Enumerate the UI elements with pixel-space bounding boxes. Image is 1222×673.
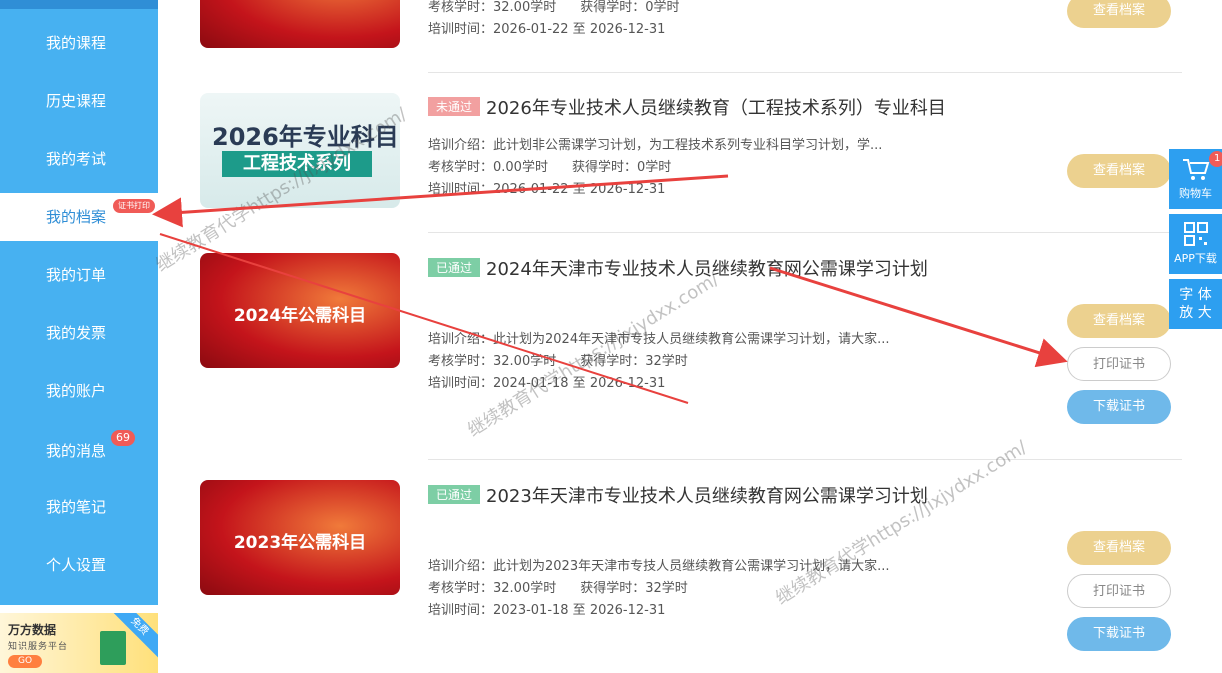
download-certificate-button[interactable]: 下载证书	[1067, 617, 1171, 651]
sidebar-item-label: 我的订单	[46, 266, 107, 284]
wanfang-promo-banner[interactable]: 万方数据 知识服务平台 GO 免费	[0, 613, 158, 673]
sidebar-item-my-account[interactable]: 我的账户	[0, 367, 158, 415]
app-download-label: APP下载	[1174, 252, 1217, 265]
message-count-badge: 69	[111, 430, 135, 446]
sidebar-top-strip	[0, 0, 158, 9]
course-date: 培训时间：2023-01-18 至 2026-12-31	[428, 603, 666, 618]
sidebar-item-label: 个人设置	[46, 556, 107, 574]
course-date: 培训时间：2026-01-22 至 2026-12-31	[428, 182, 666, 197]
app-download-button[interactable]: APP下载	[1169, 214, 1222, 274]
cart-count-badge: 1	[1209, 151, 1222, 167]
course-thumbnail: 2023年公需科目	[200, 480, 400, 595]
course-hours: 考核学时：32.00学时 获得学时：32学时	[428, 581, 688, 596]
sidebar-item-label: 我的发票	[46, 324, 107, 342]
course-title[interactable]: 已通过 2024年天津市专业技术人员继续教育网公需课学习计划	[428, 255, 928, 281]
sidebar-item-label: 我的消息	[46, 442, 107, 460]
course-intro: 培训介绍：此计划非公需课学习计划，为工程技术系列专业科目学习计划，学...	[428, 138, 883, 153]
sidebar-item-my-messages[interactable]: 我的消息 69	[0, 427, 158, 475]
course-thumbnail: 2024年公需科目	[200, 253, 400, 368]
sidebar-item-label: 我的笔记	[46, 498, 107, 516]
sidebar-item-history-courses[interactable]: 历史课程	[0, 77, 158, 125]
sidebar-item-settings[interactable]: 个人设置	[0, 541, 158, 589]
status-badge: 已通过	[428, 485, 481, 504]
sidebar-item-label: 我的账户	[46, 382, 107, 400]
book-icon	[100, 631, 126, 665]
sidebar: 我的课程 历史课程 我的考试 我的档案 证书打印 我的订单 我的发票 我的账户 …	[0, 0, 158, 605]
sidebar-item-label: 历史课程	[46, 92, 107, 110]
font-enlarge-button[interactable]: 字 体 放 大	[1169, 279, 1222, 329]
sidebar-item-my-courses[interactable]: 我的课程	[0, 19, 158, 67]
sidebar-item-label: 我的考试	[46, 150, 107, 168]
cart-button[interactable]: 购物车 1	[1169, 149, 1222, 209]
view-dossier-button[interactable]: 查看档案	[1067, 304, 1171, 338]
thumbnail-text: 2023年公需科目	[233, 533, 367, 553]
thumbnail-text: 2024年公需科目	[233, 306, 367, 326]
divider	[428, 459, 1182, 460]
certificate-print-badge: 证书打印	[113, 199, 155, 213]
course-title[interactable]: 已通过 2023年天津市专业技术人员继续教育网公需课学习计划	[428, 482, 928, 508]
cart-icon	[1182, 159, 1209, 180]
course-date: 培训时间：2026-01-22 至 2026-12-31	[428, 22, 666, 37]
view-dossier-button[interactable]: 查看档案	[1067, 154, 1171, 188]
sidebar-item-label: 我的档案	[46, 208, 107, 226]
promo-brand: 万方数据	[8, 623, 57, 637]
sidebar-item-my-exams[interactable]: 我的考试	[0, 135, 158, 183]
course-intro: 培训介绍：此计划为2024年天津市专技人员继续教育公需课学习计划，请大家...	[428, 332, 890, 347]
print-certificate-button[interactable]: 打印证书	[1067, 574, 1171, 608]
view-dossier-button[interactable]: 查看档案	[1067, 0, 1171, 28]
sidebar-item-my-notes[interactable]: 我的笔记	[0, 483, 158, 531]
sidebar-item-my-dossier[interactable]: 我的档案 证书打印	[0, 193, 158, 241]
promo-subtitle: 知识服务平台	[8, 642, 69, 652]
course-thumbnail	[200, 0, 400, 48]
status-badge: 已通过	[428, 258, 481, 277]
sidebar-item-label: 我的课程	[46, 34, 107, 52]
course-hours: 考核学时：32.00学时 获得学时：0学时	[428, 0, 680, 15]
course-title[interactable]: 未通过 2026年专业技术人员继续教育（工程技术系列）专业科目	[428, 94, 946, 120]
divider	[428, 232, 1182, 233]
divider	[428, 72, 1182, 73]
promo-go-button[interactable]: GO	[8, 655, 42, 668]
sidebar-item-my-invoices[interactable]: 我的发票	[0, 309, 158, 357]
cart-label: 购物车	[1179, 187, 1212, 200]
download-certificate-button[interactable]: 下载证书	[1067, 390, 1171, 424]
qr-code-icon	[1183, 222, 1208, 246]
status-badge: 未通过	[428, 97, 481, 116]
print-certificate-button[interactable]: 打印证书	[1067, 347, 1171, 381]
view-dossier-button[interactable]: 查看档案	[1067, 531, 1171, 565]
course-hours: 考核学时：0.00学时 获得学时：0学时	[428, 160, 672, 175]
sidebar-item-my-orders[interactable]: 我的订单	[0, 251, 158, 299]
